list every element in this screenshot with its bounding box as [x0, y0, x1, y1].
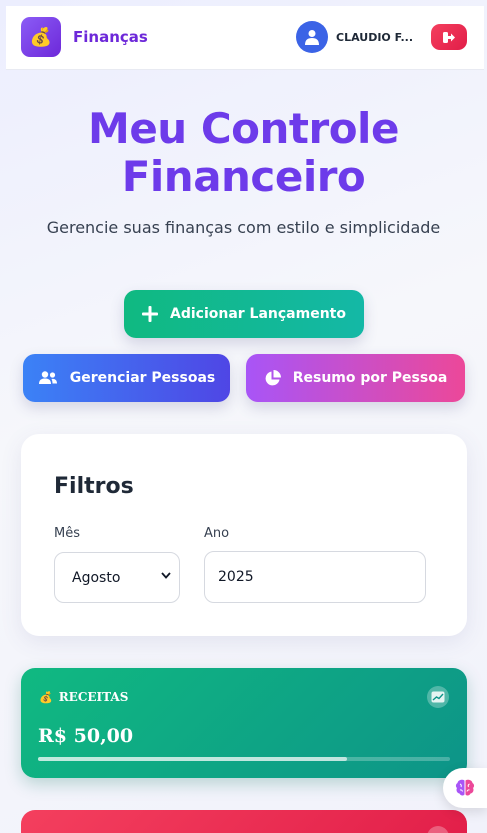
- summary-per-person-label: Resumo por Pessoa: [292, 370, 448, 386]
- pie-chart-icon: [265, 369, 281, 385]
- chevron-down-icon: [161, 572, 171, 579]
- brand-emoji: 💰: [29, 26, 53, 48]
- year-label: Ano: [204, 526, 230, 541]
- filters-title: Filtros: [54, 474, 134, 499]
- manage-people-button[interactable]: Gerenciar Pessoas: [23, 354, 230, 402]
- assistant-floating-button[interactable]: [443, 768, 487, 808]
- trend-up-icon: [427, 686, 449, 708]
- page-title: Meu Controle Financeiro: [88, 104, 399, 201]
- add-entry-button[interactable]: Adicionar Lançamento: [124, 290, 364, 338]
- trend-down-icon: [427, 826, 449, 833]
- income-label-text: RECEITAS: [58, 690, 129, 704]
- money-bag-icon[interactable]: 💰: [21, 17, 61, 57]
- manage-people-label: Gerenciar Pessoas: [69, 370, 216, 386]
- year-input[interactable]: 2025: [204, 551, 426, 603]
- users-icon: [38, 371, 57, 384]
- month-label: Mês: [54, 526, 80, 541]
- summary-per-person-button[interactable]: Resumo por Pessoa: [246, 354, 465, 402]
- user-name: CLAUDIO F...: [336, 31, 414, 44]
- money-bag-icon: 💰: [39, 690, 53, 704]
- brand-name[interactable]: Finanças: [73, 28, 148, 46]
- user-icon: [305, 30, 319, 45]
- income-card: 💰 RECEITAS R$ 50,00: [21, 668, 467, 778]
- plus-icon: [141, 306, 158, 322]
- add-entry-label: Adicionar Lançamento: [169, 306, 346, 322]
- top-navbar: 💰 Finanças CLAUDIO F...: [6, 6, 484, 70]
- sign-out-icon: [443, 31, 455, 43]
- filters-card: Filtros Mês Ano Agosto 2025: [21, 434, 467, 636]
- user-avatar[interactable]: [296, 21, 328, 53]
- year-input-value: 2025: [218, 569, 254, 585]
- month-select[interactable]: Agosto: [54, 552, 180, 603]
- income-progress-bar: [38, 757, 450, 761]
- expense-card: [21, 810, 467, 833]
- income-progress-fill: [38, 757, 347, 761]
- income-label: 💰 RECEITAS: [39, 690, 128, 704]
- month-select-value: Agosto: [72, 569, 121, 586]
- page-subtitle: Gerencie suas finanças com estilo e simp…: [46, 218, 441, 237]
- brain-icon: [455, 779, 475, 796]
- logout-button[interactable]: [431, 24, 467, 50]
- income-value: R$ 50,00: [38, 725, 134, 747]
